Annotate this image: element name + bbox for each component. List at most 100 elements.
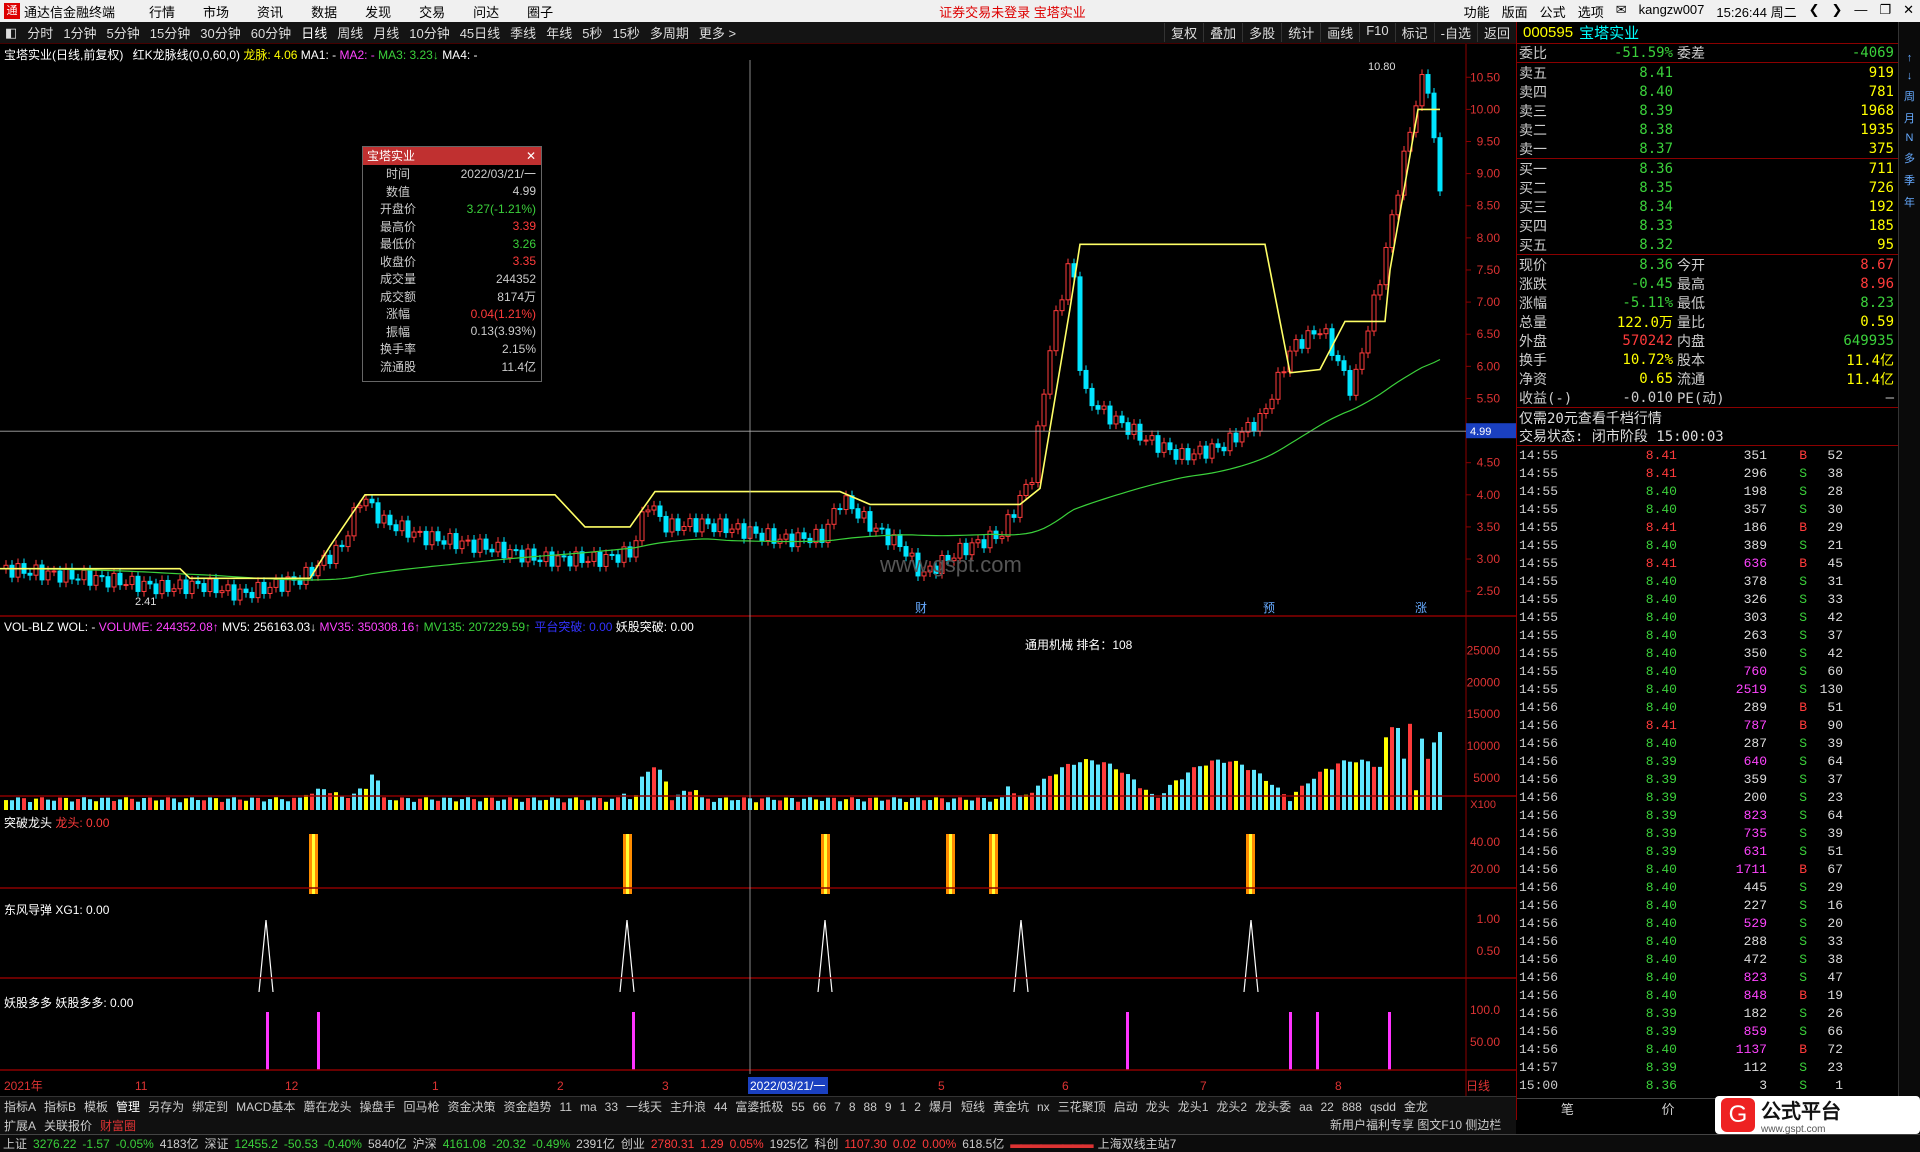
n-icon[interactable]: N <box>1906 132 1914 144</box>
formula-tab[interactable]: 7 <box>830 1100 845 1114</box>
period-month-icon[interactable]: 月 <box>1904 110 1915 126</box>
formula-tab[interactable]: 1 <box>896 1100 911 1114</box>
formula-tab[interactable]: 资金决策 <box>443 1098 499 1115</box>
tool-draw[interactable]: 画线 <box>1320 23 1359 42</box>
period-tab[interactable]: 月线 <box>368 23 404 42</box>
tool-fuquan[interactable]: 复权 <box>1164 23 1203 42</box>
tab-ext-a[interactable]: 扩展A <box>0 1117 40 1134</box>
back-icon[interactable]: ❮ <box>1803 2 1826 21</box>
cy-label[interactable]: 创业 <box>618 1135 648 1152</box>
period-tab[interactable]: 15分钟 <box>145 23 195 42</box>
period-tab[interactable]: 60分钟 <box>246 23 296 42</box>
formula-tab[interactable]: 22 <box>1316 1100 1337 1114</box>
formula-tab[interactable]: 资金趋势 <box>500 1098 556 1115</box>
ask-row[interactable]: 卖二 8.38 1935 <box>1517 120 1920 139</box>
period-tab[interactable]: 多周期 <box>645 23 694 42</box>
formula-tab[interactable]: 龙头1 <box>1174 1098 1213 1115</box>
bid-row[interactable]: 买一 8.36 711 <box>1517 159 1920 178</box>
popup-close-icon[interactable]: ✕ <box>521 147 541 165</box>
formula-tab[interactable]: 爆月 <box>925 1098 957 1115</box>
sz-label[interactable]: 深证 <box>202 1135 232 1152</box>
formula-tab[interactable]: 模板 <box>80 1098 112 1115</box>
menu-options[interactable]: 选项 <box>1572 2 1610 21</box>
period-more[interactable]: 更多 > <box>694 23 741 42</box>
period-tab[interactable]: 年线 <box>541 23 577 42</box>
tab-wealth-circle[interactable]: 财富圈 <box>96 1117 140 1134</box>
formula-tab[interactable]: 8 <box>845 1100 860 1114</box>
formula-tab[interactable]: 88 <box>860 1100 881 1114</box>
formula-tab[interactable]: 44 <box>710 1100 731 1114</box>
formula-tab[interactable]: 富婆抵极 <box>731 1098 787 1115</box>
promo-text[interactable]: 仅需20元查看千档行情 <box>1517 408 1920 427</box>
sh-label[interactable]: 上证 <box>0 1135 30 1152</box>
vol-indicator-name[interactable]: VOL-BLZ <box>4 620 54 634</box>
panel-toggle-icon[interactable]: ◧ <box>0 25 22 41</box>
period-tab[interactable]: 45日线 <box>455 23 505 42</box>
ask-row[interactable]: 卖五 8.41 919 <box>1517 63 1920 82</box>
menu-market[interactable]: 市场 <box>189 2 243 21</box>
formula-tab[interactable]: nx <box>1033 1100 1054 1114</box>
formula-tab[interactable]: 管理 <box>112 1098 144 1115</box>
period-tab[interactable]: 15秒 <box>607 23 644 42</box>
period-tab[interactable]: 30分钟 <box>195 23 245 42</box>
period-tab-daily[interactable]: 日线 <box>296 23 332 42</box>
login-warning[interactable]: 证券交易未登录 宝塔实业 <box>939 2 1086 21</box>
formula-tab[interactable]: 9 <box>881 1100 896 1114</box>
formula-tab[interactable]: 66 <box>809 1100 830 1114</box>
hs-label[interactable]: 沪深 <box>410 1135 440 1152</box>
formula-tab[interactable]: 绑定到 <box>188 1098 232 1115</box>
formula-tab[interactable]: 启动 <box>1110 1098 1142 1115</box>
kline-chart[interactable]: 10.80 2.41 财 预 涨 25000 20000 15000 10000 5000 X10… <box>0 44 1516 1096</box>
period-tab[interactable]: 1分钟 <box>58 23 101 42</box>
formula-tab[interactable]: 回马枪 <box>399 1098 443 1115</box>
bid-row[interactable]: 买二 8.35 726 <box>1517 178 1920 197</box>
bid-row[interactable]: 买四 8.33 185 <box>1517 216 1920 235</box>
tool-overlay[interactable]: 叠加 <box>1203 23 1242 42</box>
menu-quotes[interactable]: 行情 <box>135 2 189 21</box>
formula-tab[interactable]: 短线 <box>957 1098 989 1115</box>
tool-back[interactable]: 返回 <box>1476 23 1516 42</box>
newuser-link[interactable]: 新用户福利专享 <box>1330 1118 1414 1132</box>
menu-function[interactable]: 功能 <box>1458 2 1496 21</box>
scroll-up-icon[interactable]: ↑ <box>1907 52 1913 64</box>
ask-row[interactable]: 卖四 8.40 781 <box>1517 82 1920 101</box>
tool-mark[interactable]: 标记 <box>1394 23 1434 42</box>
formula-tab[interactable]: 2 <box>910 1100 925 1114</box>
bar-info-popup[interactable]: 宝塔实业 ✕ 时间 2022/03/21/一 数值 4.99 开盘价 3.27(-1.21%… <box>362 146 542 382</box>
formula-tab[interactable]: 操盘手 <box>355 1098 399 1115</box>
tab-price[interactable]: 价 <box>1618 1099 1719 1120</box>
period-tab[interactable]: 5秒 <box>577 23 607 42</box>
restore-icon[interactable]: ❐ <box>1873 2 1897 21</box>
menu-data[interactable]: 数据 <box>297 2 351 21</box>
formula-tab[interactable]: aa <box>1295 1100 1316 1114</box>
multi-icon[interactable]: 多 <box>1904 150 1915 166</box>
formula-tab[interactable]: 888 <box>1338 1100 1366 1114</box>
formula-tab[interactable]: 另存为 <box>144 1098 188 1115</box>
formula-tab[interactable]: 指标B <box>40 1098 80 1115</box>
formula-tab[interactable]: 龙头委 <box>1251 1098 1295 1115</box>
menu-trade[interactable]: 交易 <box>405 2 459 21</box>
menu-discover[interactable]: 发现 <box>351 2 405 21</box>
period-year-icon[interactable]: 年 <box>1904 194 1915 210</box>
tool-f10[interactable]: F10 <box>1359 23 1394 42</box>
sidebar-link[interactable]: 侧边栏 <box>1465 1118 1501 1132</box>
formula-tab[interactable]: 55 <box>787 1100 808 1114</box>
indicator-name[interactable]: 红K龙脉线(0,0,60,0) <box>133 48 240 62</box>
ind1-name[interactable]: 突破龙头 <box>4 816 52 830</box>
bid-row[interactable]: 买五 8.32 95 <box>1517 235 1920 254</box>
formula-tab[interactable]: 指标A <box>0 1098 40 1115</box>
menu-news[interactable]: 资讯 <box>243 2 297 21</box>
f10-link[interactable]: 图文F10 <box>1417 1118 1462 1132</box>
tab-trades[interactable]: 笔 <box>1517 1099 1618 1120</box>
kc-label[interactable]: 科创 <box>811 1135 841 1152</box>
period-quarter-icon[interactable]: 季 <box>1904 172 1915 188</box>
formula-tab[interactable]: 主升浪 <box>666 1098 710 1115</box>
period-tab[interactable]: 5分钟 <box>102 23 145 42</box>
tick-list[interactable]: 14:55 8.41 351 B 52 14:55 8.41 296 S 38 14:55 8.40 1… <box>1517 446 1920 1094</box>
ind3-name[interactable]: 妖股多多 <box>4 996 52 1010</box>
tool-watchlist[interactable]: -自选 <box>1433 23 1477 42</box>
formula-tab[interactable]: 龙头2 <box>1212 1098 1251 1115</box>
formula-tab[interactable]: 三花聚顶 <box>1054 1098 1110 1115</box>
formula-tab[interactable]: 金龙 <box>1400 1098 1432 1115</box>
formula-tab[interactable]: ma <box>576 1100 601 1114</box>
